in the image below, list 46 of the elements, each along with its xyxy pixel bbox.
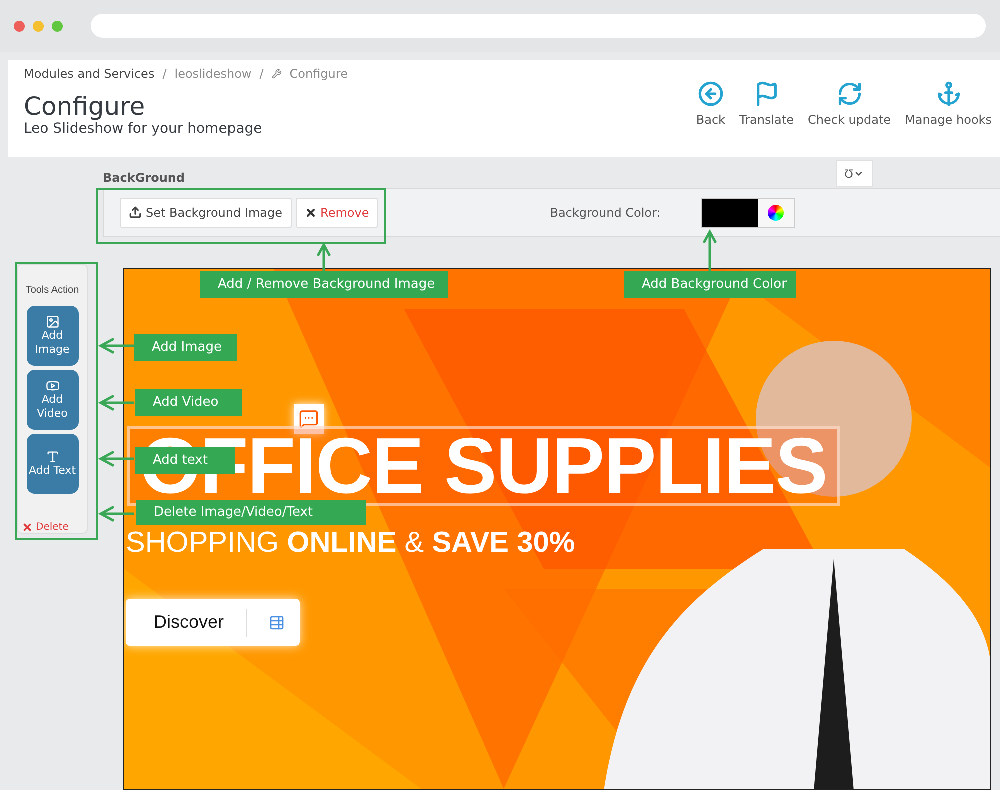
breadcrumb-link[interactable]: Modules and Services [24,67,155,81]
arrow [100,451,134,467]
toolbar-button[interactable]: Check update [808,81,892,157]
annotation-label: Add / Remove Background Image [200,271,448,298]
toolbar-button[interactable]: Manage hooks [905,81,992,157]
remove-button[interactable]: Remove [296,198,378,228]
delete-link[interactable]: Delete [22,522,69,533]
back-icon [698,81,724,107]
page-title: Configure [24,92,146,121]
arrow [100,338,134,354]
arrow [317,244,331,271]
breadcrumb-separator: / [260,67,264,81]
arrow [100,506,134,522]
breadcrumb-separator: / [162,67,167,81]
window-dot[interactable] [52,20,63,32]
tool-button[interactable]: Add Image [26,306,78,366]
toolbar-button[interactable]: Translate [740,81,794,157]
panel-title: Tools Action [26,285,80,296]
annotation-label: Add Background Color [624,271,796,298]
wrench-icon [272,69,282,79]
close-icon [304,206,317,218]
anchor-icon [936,81,962,107]
discover-button[interactable]: Discover [126,599,300,646]
refresh-icon [836,81,862,107]
image-icon [46,314,60,329]
dropdown-button[interactable]: Ʊ [836,160,873,187]
play-icon [46,378,60,393]
window-dot[interactable] [33,20,44,32]
annotation-label: Add Image [134,334,237,361]
arrow [100,395,134,411]
tool-button[interactable]: Add Video [26,370,78,430]
tool-button[interactable]: Add Text [26,434,78,494]
upload-icon [129,206,142,219]
toolbar-button[interactable]: Back [696,81,726,157]
color-wheel-icon [768,204,784,220]
section-title: BackGround [103,170,186,187]
color-field[interactable] [700,198,795,228]
close-icon [22,522,33,533]
page-subtitle: Leo Slideshow for your homepage [24,121,264,137]
window-dot[interactable] [14,20,25,32]
annotation-label: Add Video [135,389,242,416]
grid-icon [269,614,286,630]
upload-button[interactable]: Set Background Image [120,198,292,228]
arrow [703,231,717,271]
color-label: Background Color: [550,206,661,220]
text-icon [46,450,60,464]
